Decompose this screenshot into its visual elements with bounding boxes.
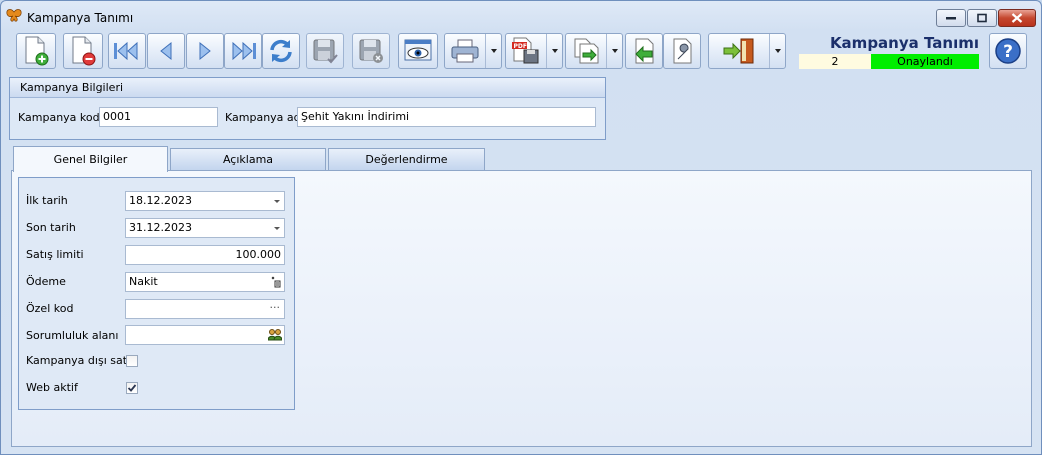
general-info-panel xyxy=(18,177,295,410)
refresh-button[interactable] xyxy=(262,33,300,69)
window: Kampanya Tanımı PDF Kampanya Tanımı 2 On… xyxy=(0,0,1042,455)
import-icon xyxy=(635,38,654,64)
settings-icon xyxy=(673,38,692,64)
maximize-button[interactable] xyxy=(967,9,997,27)
refresh-icon xyxy=(270,39,292,63)
start-date-value: 18.12.2023 xyxy=(129,194,192,207)
close-icon xyxy=(1011,13,1023,23)
payment-field[interactable]: Nakit xyxy=(125,272,285,292)
responsibility-label: Sorumluluk alanı xyxy=(26,329,119,342)
export-icon xyxy=(574,38,599,64)
group-title: Kampanya Bilgileri xyxy=(10,78,605,98)
tab-description[interactable]: Açıklama xyxy=(170,148,326,170)
last-record-button[interactable] xyxy=(224,33,262,69)
print-button[interactable] xyxy=(444,33,502,69)
exit-dropdown-arrow[interactable] xyxy=(769,34,785,68)
previous-record-icon xyxy=(160,41,172,61)
preview-button[interactable] xyxy=(398,33,438,69)
tab-general[interactable]: Genel Bilgiler xyxy=(13,146,168,172)
tab-evaluation[interactable]: Değerlendirme xyxy=(328,148,485,170)
settings-button[interactable] xyxy=(663,33,701,69)
next-record-button[interactable] xyxy=(186,33,224,69)
title-bar: Kampanya Tanımı xyxy=(1,1,1041,29)
chevron-down-icon[interactable] xyxy=(274,227,280,230)
end-date-value: 31.12.2023 xyxy=(129,221,192,234)
special-code-field[interactable]: ··· xyxy=(125,299,285,319)
status-badge: Onaylandı xyxy=(871,54,979,69)
minimize-button[interactable] xyxy=(936,9,966,27)
checkmark-icon xyxy=(127,384,137,392)
pdf-dropdown-arrow[interactable] xyxy=(546,34,562,68)
responsibility-field[interactable] xyxy=(125,325,285,345)
export-dropdown-arrow[interactable] xyxy=(606,34,622,68)
delete-record-button[interactable] xyxy=(63,33,103,69)
pdf-export-icon: PDF xyxy=(512,37,539,64)
lookup-list-icon[interactable] xyxy=(271,276,281,288)
web-active-label: Web aktif xyxy=(26,381,78,394)
save-icon xyxy=(313,39,338,64)
first-record-icon xyxy=(114,41,138,61)
payment-label: Ödeme xyxy=(26,275,66,288)
exit-button[interactable] xyxy=(708,33,786,69)
campaign-code-label: Kampanya kodu xyxy=(18,111,107,124)
export-button[interactable] xyxy=(565,33,623,69)
import-button[interactable] xyxy=(625,33,663,69)
end-date-field[interactable]: 31.12.2023 xyxy=(125,218,285,238)
campaign-name-field[interactable]: Şehit Yakını İndirimi xyxy=(297,107,596,127)
out-of-campaign-label: Kampanya dışı satış xyxy=(26,354,136,367)
sales-limit-field[interactable]: 100.000 xyxy=(125,245,285,265)
record-number: 2 xyxy=(799,54,871,69)
start-date-field[interactable]: 18.12.2023 xyxy=(125,191,285,211)
next-record-icon xyxy=(199,41,211,61)
new-record-icon xyxy=(25,36,49,66)
save-button[interactable] xyxy=(306,33,344,69)
exit-icon xyxy=(723,38,754,64)
preview-icon xyxy=(404,39,432,61)
last-record-icon xyxy=(232,41,256,61)
cancel-save-icon xyxy=(359,39,383,63)
svg-text:?: ? xyxy=(1003,42,1013,62)
help-button[interactable]: ? xyxy=(989,33,1027,69)
window-title: Kampanya Tanımı xyxy=(27,11,134,25)
sales-limit-label: Satış limiti xyxy=(26,248,84,261)
svg-text:PDF: PDF xyxy=(514,43,527,50)
campaign-code-field[interactable]: 0001 xyxy=(99,107,218,127)
ellipsis-icon[interactable]: ··· xyxy=(270,301,281,314)
new-record-button[interactable] xyxy=(16,33,56,69)
print-dropdown-arrow[interactable] xyxy=(485,34,501,68)
delete-record-icon xyxy=(72,36,96,66)
close-button[interactable] xyxy=(998,9,1036,27)
start-date-label: İlk tarih xyxy=(26,194,68,207)
form-title: Kampanya Tanımı xyxy=(829,34,979,52)
first-record-button[interactable] xyxy=(108,33,146,69)
special-code-label: Özel kod xyxy=(26,302,74,315)
butterfly-icon xyxy=(6,9,22,22)
cancel-save-button[interactable] xyxy=(352,33,390,69)
minimize-icon xyxy=(946,17,956,20)
web-active-checkbox[interactable] xyxy=(126,382,138,394)
pdf-export-button[interactable]: PDF xyxy=(505,33,563,69)
chevron-down-icon[interactable] xyxy=(274,200,280,203)
previous-record-button[interactable] xyxy=(147,33,185,69)
out-of-campaign-checkbox[interactable] xyxy=(126,355,138,367)
end-date-label: Son tarih xyxy=(26,221,76,234)
campaign-name-label: Kampanya adı xyxy=(225,111,304,124)
print-icon xyxy=(451,39,479,63)
users-icon[interactable] xyxy=(268,328,282,341)
payment-value: Nakit xyxy=(129,275,158,288)
maximize-icon xyxy=(977,13,987,23)
help-icon: ? xyxy=(995,38,1021,64)
